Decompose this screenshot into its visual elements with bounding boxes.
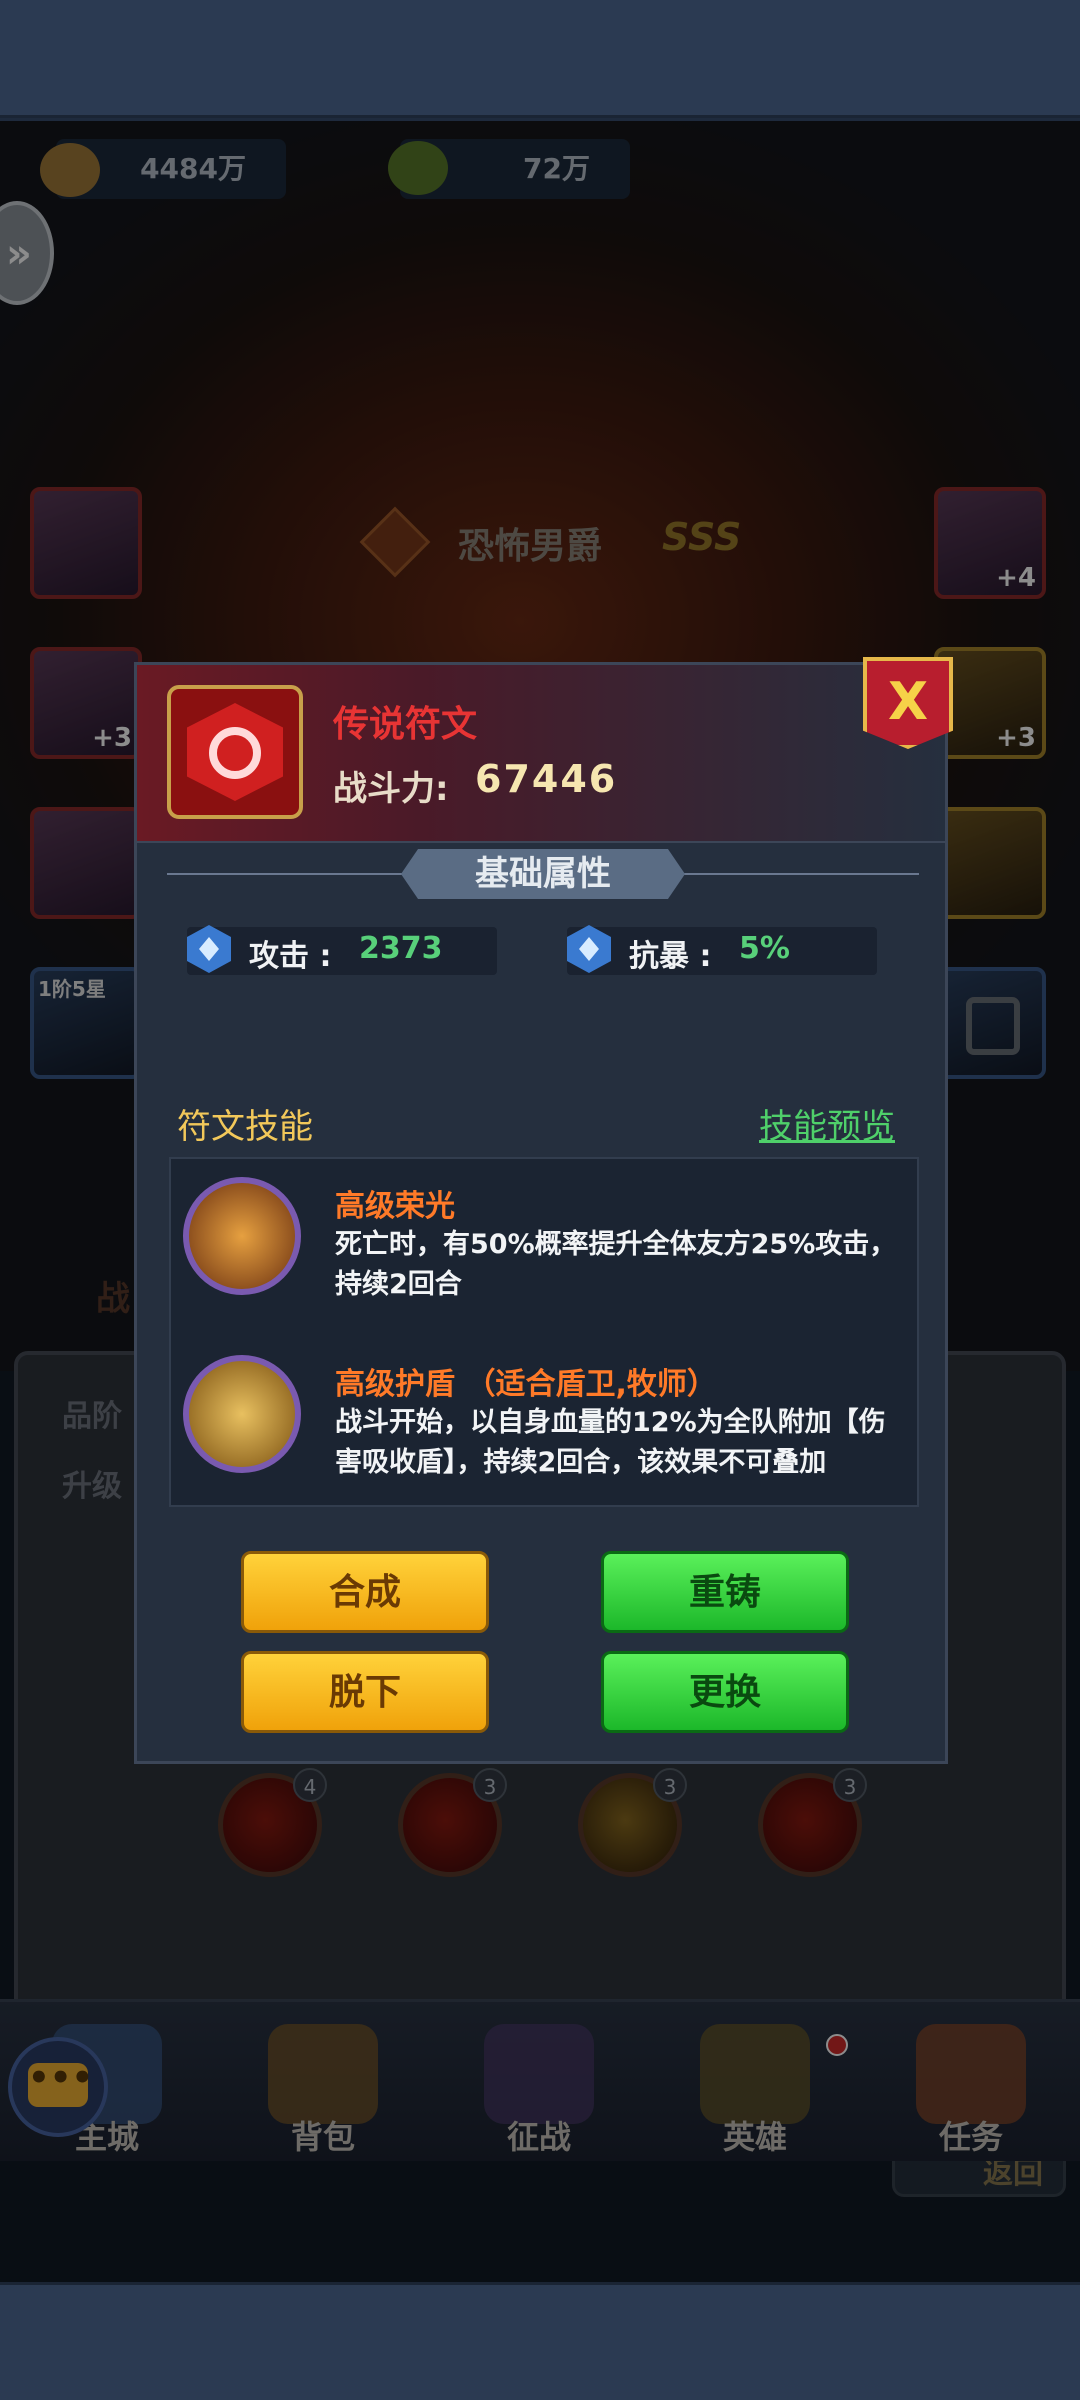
dialog-header: 传说符文 战斗力: 67446 bbox=[137, 665, 945, 843]
skills-title: 符文技能 bbox=[177, 1107, 313, 1147]
rune-core-icon bbox=[209, 727, 261, 779]
divider bbox=[683, 873, 919, 875]
power-label: 战斗力: bbox=[333, 769, 449, 809]
phoenix-icon bbox=[183, 1177, 301, 1295]
power-value: 67446 bbox=[475, 757, 618, 801]
rune-icon bbox=[167, 685, 303, 819]
unequip-button[interactable]: 脱下 bbox=[241, 1651, 489, 1733]
system-nav-bar bbox=[0, 2282, 1080, 2400]
synthesize-button[interactable]: 合成 bbox=[241, 1551, 489, 1633]
status-bar bbox=[0, 0, 1080, 118]
skill-description: 死亡时，有50%概率提升全体友方25%攻击，持续2回合 bbox=[335, 1229, 897, 1300]
attribute-row bbox=[567, 927, 877, 975]
recast-button[interactable]: 重铸 bbox=[601, 1551, 849, 1633]
skill-description: 战斗开始，以自身血量的12%为全队附加【伤害吸收盾】，持续2回合，该效果不可叠加 bbox=[335, 1407, 886, 1478]
attribute-row bbox=[187, 927, 497, 975]
shield-emblem-icon bbox=[183, 1355, 301, 1473]
attribute-label: 抗暴 : bbox=[629, 939, 712, 974]
attribute-value: 2373 bbox=[359, 931, 443, 966]
section-header-attributes: 基础属性 bbox=[401, 849, 685, 899]
divider bbox=[167, 873, 403, 875]
skill-name: 高级荣光 bbox=[335, 1189, 455, 1224]
rune-detail-dialog: 传说符文 战斗力: 67446 X 基础属性 攻击 : 2373 抗暴 : 5%… bbox=[134, 657, 953, 1764]
replace-button[interactable]: 更换 bbox=[601, 1651, 849, 1733]
screen: 4484万 72万 » 恐怖男爵 SSS +3 1阶5星 +4 +3 ! 战 品… bbox=[0, 0, 1080, 2400]
skill-name: 高级护盾 （适合盾卫,牧师） bbox=[335, 1367, 717, 1402]
skills-list: 高级荣光 死亡时，有50%概率提升全体友方25%攻击，持续2回合 高级护盾 （适… bbox=[169, 1157, 919, 1507]
close-button[interactable]: X bbox=[863, 657, 953, 749]
rune-title: 传说符文 bbox=[333, 704, 478, 745]
attribute-value: 5% bbox=[739, 931, 790, 966]
attribute-label: 攻击 : bbox=[249, 939, 332, 974]
skills-preview-link[interactable]: 技能预览 bbox=[759, 1099, 895, 1148]
